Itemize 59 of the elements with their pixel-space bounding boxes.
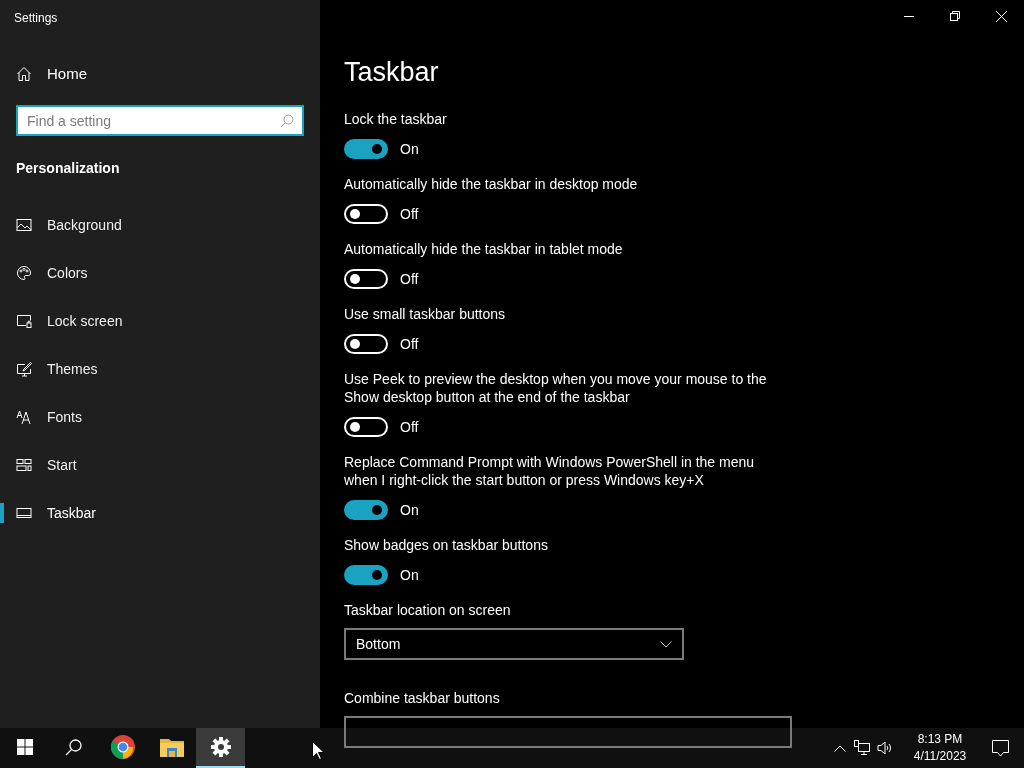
- taskbar-icon: [16, 505, 32, 521]
- dropdown[interactable]: [344, 716, 792, 748]
- message-icon: [991, 739, 1009, 757]
- minimize-icon: [904, 15, 914, 17]
- network-icon: [854, 740, 870, 756]
- dropdown[interactable]: Bottom: [344, 628, 684, 660]
- home-icon: [16, 66, 32, 82]
- sidebar-item[interactable]: Start: [16, 454, 77, 476]
- speaker-icon: [877, 741, 892, 755]
- fonts-icon: [16, 409, 32, 425]
- toggle-state: Off: [400, 334, 419, 354]
- chevron-down-icon: [660, 640, 672, 648]
- search-icon: [280, 114, 294, 128]
- browser-icon: [110, 735, 135, 759]
- setting-label: Use small taskbar buttons: [344, 305, 507, 323]
- sidebar-item[interactable]: Lock screen: [16, 310, 123, 332]
- setting-label: Replace Command Prompt with Windows PowerShell in the menu when I right-click the start button or press Windows key+X: [344, 453, 756, 489]
- page-title: Taskbar: [344, 56, 440, 88]
- chevron-up-icon: [834, 744, 846, 752]
- home-link[interactable]: Home: [16, 64, 320, 84]
- search-icon: [65, 738, 82, 756]
- mouse-pointer-icon: [312, 741, 324, 760]
- sidebar-item[interactable]: Taskbar: [16, 502, 97, 524]
- setting-label: Combine taskbar buttons: [344, 689, 501, 707]
- windows-logo-icon: [16, 739, 33, 755]
- image-icon: [16, 217, 32, 233]
- toggle-state: On: [400, 565, 419, 585]
- toggle-state: On: [400, 139, 419, 159]
- toggle-state: Off: [400, 417, 419, 437]
- toggle-state: On: [400, 500, 419, 520]
- clock-date: 4/11/2023: [913, 748, 967, 765]
- setting-label: Automatically hide the taskbar in desktop mode: [344, 175, 639, 193]
- palette-icon: [16, 265, 32, 281]
- clock-time: 8:13 PM: [917, 731, 963, 748]
- toggle-switch[interactable]: [344, 500, 388, 520]
- toggle-state: Off: [400, 269, 419, 289]
- section-heading: Personalization: [16, 159, 121, 176]
- setting-label: Use Peek to preview the desktop when you move your mouse to the Show desktop button at the end of the taskbar: [344, 370, 768, 406]
- window-title: Settings: [14, 10, 59, 26]
- lock-screen-icon: [16, 313, 32, 329]
- taskbar-button[interactable]: [196, 728, 245, 768]
- sidebar-item[interactable]: Themes: [16, 358, 98, 380]
- sidebar-item[interactable]: Background: [16, 214, 122, 236]
- toggle-switch[interactable]: [344, 565, 388, 585]
- search-field[interactable]: Find a setting: [16, 105, 304, 136]
- settings-icon: [210, 737, 231, 757]
- sidebar-item[interactable]: Colors: [16, 262, 88, 284]
- toggle-switch[interactable]: [344, 139, 388, 159]
- folder-icon: [159, 737, 184, 757]
- themes-icon: [16, 361, 32, 377]
- setting-label: Show badges on taskbar buttons: [344, 536, 549, 554]
- setting-label: Taskbar location on screen: [344, 601, 512, 619]
- close-icon: [995, 10, 1007, 22]
- toggle-state: Off: [400, 204, 419, 224]
- restore-icon: [950, 11, 960, 21]
- start-layout-icon: [16, 457, 32, 473]
- sidebar-item[interactable]: Fonts: [16, 406, 82, 428]
- setting-label: Automatically hide the taskbar in tablet mode: [344, 240, 624, 258]
- setting-label: Lock the taskbar: [344, 110, 448, 128]
